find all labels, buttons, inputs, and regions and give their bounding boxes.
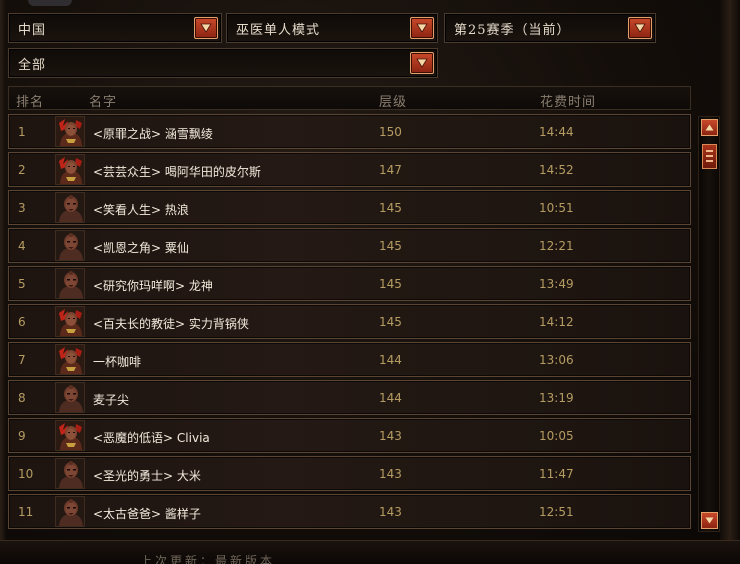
rank-value: 2 bbox=[18, 163, 26, 177]
chevron-down-icon[interactable] bbox=[194, 17, 218, 39]
region-dropdown[interactable]: 中国 bbox=[8, 13, 222, 43]
chevron-down-icon[interactable] bbox=[410, 52, 434, 74]
tier-value: 144 bbox=[379, 391, 402, 405]
chevron-down-icon[interactable] bbox=[410, 17, 434, 39]
class-mode-value: 巫医单人模式 bbox=[236, 22, 321, 38]
table-row[interactable]: 6 <百夫长的教徒> 实力背锅侠 145 14:12 bbox=[8, 304, 691, 339]
rank-value: 11 bbox=[18, 505, 34, 519]
witch-doctor-female-icon[interactable] bbox=[55, 344, 85, 375]
time-value: 13:06 bbox=[539, 353, 574, 367]
table-row[interactable]: 7 一杯咖啡 144 13:06 bbox=[8, 342, 691, 377]
tier-value: 150 bbox=[379, 125, 402, 139]
witch-doctor-female-icon[interactable] bbox=[55, 420, 85, 451]
player-name[interactable]: <圣光的勇士> 大米 bbox=[93, 467, 201, 484]
frame-right-edge bbox=[720, 0, 740, 564]
time-value: 11:47 bbox=[539, 467, 574, 481]
table-row[interactable]: 4 <凯恩之角> 粟仙 145 12:21 bbox=[8, 228, 691, 263]
scrollbar[interactable] bbox=[698, 116, 720, 532]
time-value: 10:51 bbox=[539, 201, 574, 215]
table-header: 排名 名字 层级 花费时间 bbox=[8, 86, 691, 110]
witch-doctor-male-icon[interactable] bbox=[55, 458, 85, 489]
player-name[interactable]: <凯恩之角> 粟仙 bbox=[93, 239, 189, 256]
time-value: 14:12 bbox=[539, 315, 574, 329]
frame-left-edge bbox=[0, 0, 6, 564]
player-name[interactable]: 麦子尖 bbox=[93, 391, 129, 408]
rank-value: 9 bbox=[18, 429, 26, 443]
header-tier: 层级 bbox=[379, 95, 408, 110]
category-dropdown[interactable]: 全部 bbox=[8, 48, 438, 78]
witch-doctor-female-icon[interactable] bbox=[55, 116, 85, 147]
table-row[interactable]: 11 <太古爸爸> 酱样子 143 12:51 bbox=[8, 494, 691, 529]
tier-value: 143 bbox=[379, 467, 402, 481]
category-value: 全部 bbox=[18, 57, 47, 73]
table-row[interactable]: 8 麦子尖 144 13:19 bbox=[8, 380, 691, 415]
rank-value: 7 bbox=[18, 353, 26, 367]
top-ornament bbox=[28, 0, 72, 6]
leaderboard-list: 1 <原罪之战> 涵雪飘绫 150 14:44 2 <芸芸众生> 喝阿华田的皮尔斯 147 1… bbox=[8, 114, 691, 532]
scrollbar-thumb[interactable] bbox=[702, 144, 717, 169]
rank-value: 4 bbox=[18, 239, 26, 253]
time-value: 14:52 bbox=[539, 163, 574, 177]
witch-doctor-male-icon[interactable] bbox=[55, 268, 85, 299]
footer-bar bbox=[0, 540, 740, 564]
tier-value: 144 bbox=[379, 353, 402, 367]
header-name: 名字 bbox=[89, 95, 118, 110]
time-value: 13:19 bbox=[539, 391, 574, 405]
player-name[interactable]: 一杯咖啡 bbox=[93, 353, 141, 370]
witch-doctor-male-icon[interactable] bbox=[55, 192, 85, 223]
table-row[interactable]: 3 <笑看人生> 热浪 145 10:51 bbox=[8, 190, 691, 225]
player-name[interactable]: <太古爸爸> 酱样子 bbox=[93, 505, 201, 522]
witch-doctor-female-icon[interactable] bbox=[55, 306, 85, 337]
tier-value: 145 bbox=[379, 277, 402, 291]
tier-value: 143 bbox=[379, 429, 402, 443]
witch-doctor-male-icon[interactable] bbox=[55, 496, 85, 527]
player-name[interactable]: <芸芸众生> 喝阿华田的皮尔斯 bbox=[93, 163, 261, 180]
time-value: 14:44 bbox=[539, 125, 574, 139]
player-name[interactable]: <恶魔的低语> Clivia bbox=[93, 429, 210, 446]
footer-text: 上次更新：最新版本 bbox=[140, 554, 276, 564]
witch-doctor-male-icon[interactable] bbox=[55, 382, 85, 413]
season-value: 第25赛季（当前） bbox=[454, 22, 571, 38]
chevron-down-icon[interactable] bbox=[701, 512, 718, 529]
witch-doctor-male-icon[interactable] bbox=[55, 230, 85, 261]
rank-value: 8 bbox=[18, 391, 26, 405]
table-row[interactable]: 9 <恶魔的低语> Clivia 143 10:05 bbox=[8, 418, 691, 453]
time-value: 12:51 bbox=[539, 505, 574, 519]
time-value: 10:05 bbox=[539, 429, 574, 443]
tier-value: 145 bbox=[379, 315, 402, 329]
table-row[interactable]: 2 <芸芸众生> 喝阿华田的皮尔斯 147 14:52 bbox=[8, 152, 691, 187]
player-name[interactable]: <百夫长的教徒> 实力背锅侠 bbox=[93, 315, 249, 332]
player-name[interactable]: <研究你玛咩啊> 龙神 bbox=[93, 277, 213, 294]
tier-value: 143 bbox=[379, 505, 402, 519]
rank-value: 5 bbox=[18, 277, 26, 291]
time-value: 13:49 bbox=[539, 277, 574, 291]
rank-value: 6 bbox=[18, 315, 26, 329]
time-value: 12:21 bbox=[539, 239, 574, 253]
tier-value: 147 bbox=[379, 163, 402, 177]
rank-value: 1 bbox=[18, 125, 26, 139]
rank-value: 3 bbox=[18, 201, 26, 215]
leaderboard-window: 中国 巫医单人模式 第25赛季（当前） 全部 排名 名字 层级 花费时间 1 <原… bbox=[0, 0, 740, 564]
header-time: 花费时间 bbox=[540, 95, 597, 110]
season-dropdown[interactable]: 第25赛季（当前） bbox=[444, 13, 656, 43]
table-row[interactable]: 5 <研究你玛咩啊> 龙神 145 13:49 bbox=[8, 266, 691, 301]
table-row[interactable]: 1 <原罪之战> 涵雪飘绫 150 14:44 bbox=[8, 114, 691, 149]
header-rank: 排名 bbox=[16, 95, 45, 110]
witch-doctor-female-icon[interactable] bbox=[55, 154, 85, 185]
chevron-up-icon[interactable] bbox=[701, 119, 718, 136]
player-name[interactable]: <原罪之战> 涵雪飘绫 bbox=[93, 125, 213, 142]
region-value: 中国 bbox=[18, 22, 47, 38]
table-row[interactable]: 10 <圣光的勇士> 大米 143 11:47 bbox=[8, 456, 691, 491]
tier-value: 145 bbox=[379, 239, 402, 253]
class-mode-dropdown[interactable]: 巫医单人模式 bbox=[226, 13, 438, 43]
chevron-down-icon[interactable] bbox=[628, 17, 652, 39]
player-name[interactable]: <笑看人生> 热浪 bbox=[93, 201, 189, 218]
tier-value: 145 bbox=[379, 201, 402, 215]
rank-value: 10 bbox=[18, 467, 34, 481]
